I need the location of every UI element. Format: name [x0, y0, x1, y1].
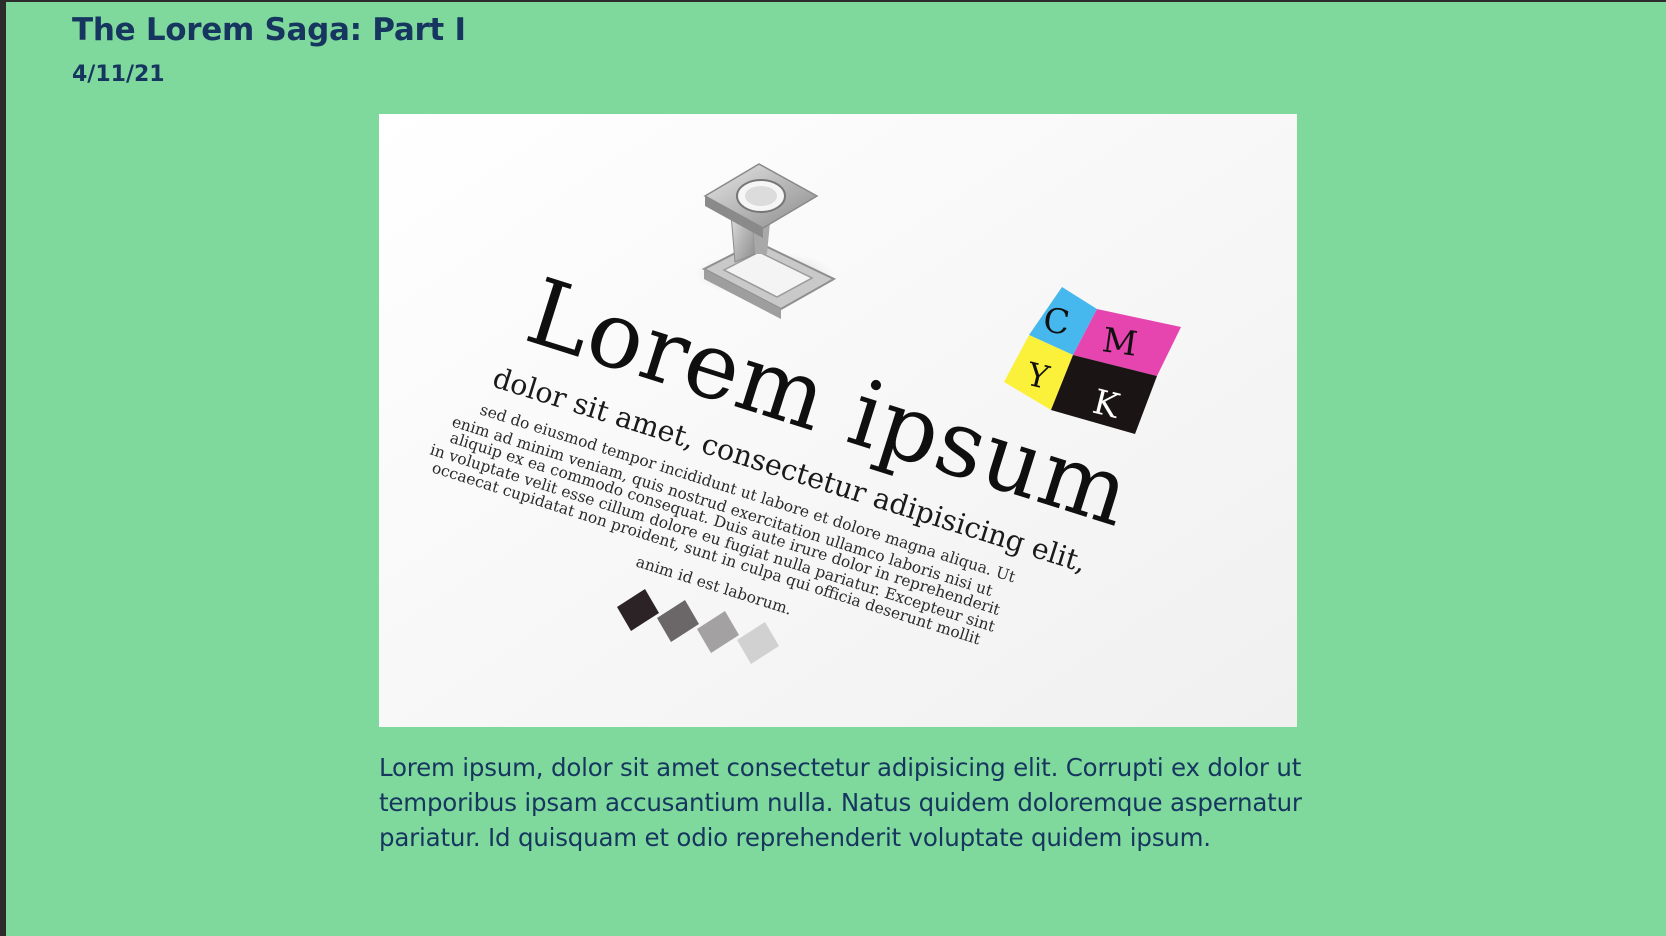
- post-date: 4/11/21: [72, 62, 165, 87]
- hero-image: Lorem ipsum dolor sit amet, consectetur …: [379, 114, 1297, 727]
- post-title: The Lorem Saga: Part I: [72, 12, 466, 48]
- cmyk-label-m: M: [1100, 320, 1140, 364]
- cmyk-label-c: C: [1041, 300, 1072, 343]
- blog-post-page: The Lorem Saga: Part I 4/11/21 Lorem ips…: [6, 2, 1666, 936]
- post-body: Lorem ipsum, dolor sit amet consectetur …: [379, 753, 1302, 852]
